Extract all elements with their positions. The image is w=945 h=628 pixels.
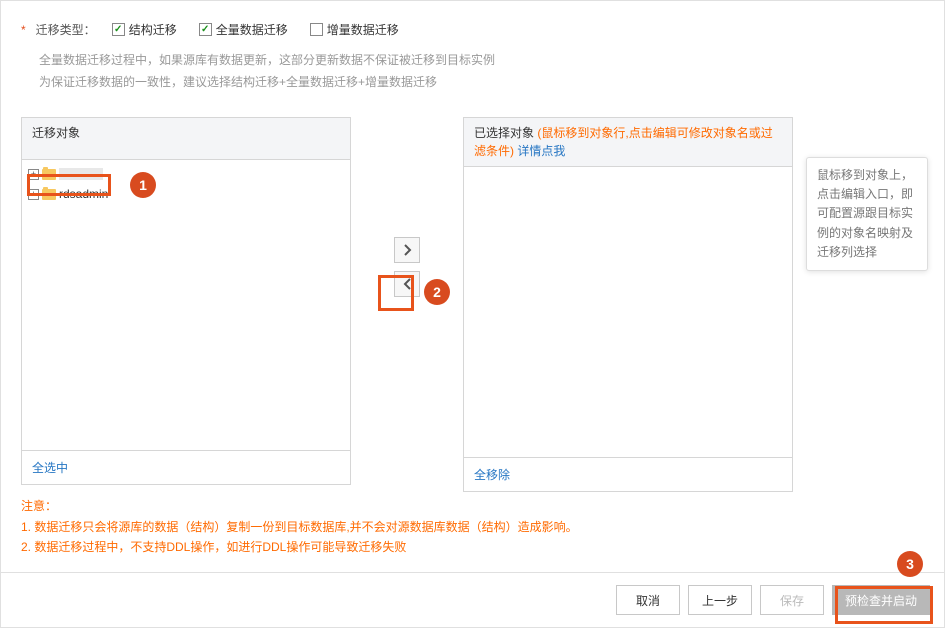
remove-all-link[interactable]: 全移除 [474,468,510,482]
callout-3: 3 [897,551,923,577]
tree-expand-icon[interactable] [28,189,39,200]
move-right-button[interactable] [394,237,420,263]
tree-item[interactable]: rdsadmin [28,184,344,204]
tree-expand-icon[interactable] [28,169,39,180]
checkbox-label: 结构迁移 [129,21,177,38]
target-list-title-prefix: 已选择对象 [474,126,534,140]
migration-type-label: 迁移类型： [36,21,96,38]
page-container: * 迁移类型： 结构迁移 全量数据迁移 增量数据迁移 全量数据迁移过程中，如果源… [0,0,945,628]
source-list: 迁移对象 rdsadmin 全选中 [21,117,351,485]
folder-icon [42,169,56,180]
save-button[interactable]: 保存 [760,585,824,615]
checkbox-full[interactable]: 全量数据迁移 [199,21,288,38]
tree-item[interactable] [28,164,344,184]
move-left-button[interactable] [394,271,420,297]
notice-line: 2. 数据迁移过程中，不支持DDL操作，如进行DDL操作可能导致迁移失败 [21,537,924,557]
notice-title: 注意： [21,496,924,516]
chevron-left-icon [403,278,412,290]
target-list-footer: 全移除 [464,457,792,491]
required-star: * [21,23,26,37]
checkbox-icon [112,23,125,36]
checkbox-label: 全量数据迁移 [216,21,288,38]
tree-item-label: rdsadmin [59,187,108,201]
cancel-button[interactable]: 取消 [616,585,680,615]
checkbox-incremental[interactable]: 增量数据迁移 [310,21,399,38]
top-section: * 迁移类型： 结构迁移 全量数据迁移 增量数据迁移 全量数据迁移过程中，如果源… [1,1,944,103]
chevron-right-icon [403,244,412,256]
precheck-start-button[interactable]: 预检查并启动 [832,585,930,615]
footer-bar: 取消 上一步 保存 预检查并启动 [1,572,944,627]
description-line: 为保证迁移数据的一致性，建议选择结构迁移+全量数据迁移+增量数据迁移 [39,72,924,94]
source-list-footer: 全选中 [22,450,350,484]
checkbox-structure[interactable]: 结构迁移 [112,21,177,38]
arrow-column [351,117,463,297]
notice-line: 1. 数据迁移只会将源库的数据（结构）复制一份到目标数据库,并不会对源数据库数据… [21,517,924,537]
notice-section: 注意： 1. 数据迁移只会将源库的数据（结构）复制一份到目标数据库,并不会对源数… [1,496,944,557]
prev-button[interactable]: 上一步 [688,585,752,615]
tooltip: 鼠标移到对象上，点击编辑入口，即可配置源跟目标实例的对象名映射及迁移列选择 [806,157,928,271]
transfer-panel: 迁移对象 rdsadmin 全选中 [1,103,944,496]
tree-item-label-masked [59,168,103,180]
migration-type-row: * 迁移类型： 结构迁移 全量数据迁移 增量数据迁移 [21,21,924,38]
callout-2: 2 [424,279,450,305]
checkbox-label: 增量数据迁移 [327,21,399,38]
description-line: 全量数据迁移过程中，如果源库有数据更新，这部分更新数据不保证被迁移到目标实例 [39,50,924,72]
checkbox-icon [199,23,212,36]
callout-1: 1 [130,172,156,198]
source-list-body: rdsadmin [22,160,350,450]
target-list: 已选择对象 (鼠标移到对象行,点击编辑可修改对象名或过滤条件) 详情点我 全移除 [463,117,793,492]
target-list-body [464,167,792,457]
target-list-detail-link[interactable]: 详情点我 [517,144,565,158]
source-list-header: 迁移对象 [22,118,350,160]
checkbox-icon [310,23,323,36]
folder-icon [42,189,56,200]
description-text: 全量数据迁移过程中，如果源库有数据更新，这部分更新数据不保证被迁移到目标实例 为… [21,50,924,93]
target-list-header: 已选择对象 (鼠标移到对象行,点击编辑可修改对象名或过滤条件) 详情点我 [464,118,792,167]
select-all-link[interactable]: 全选中 [32,461,68,475]
source-list-title: 迁移对象 [32,126,80,140]
